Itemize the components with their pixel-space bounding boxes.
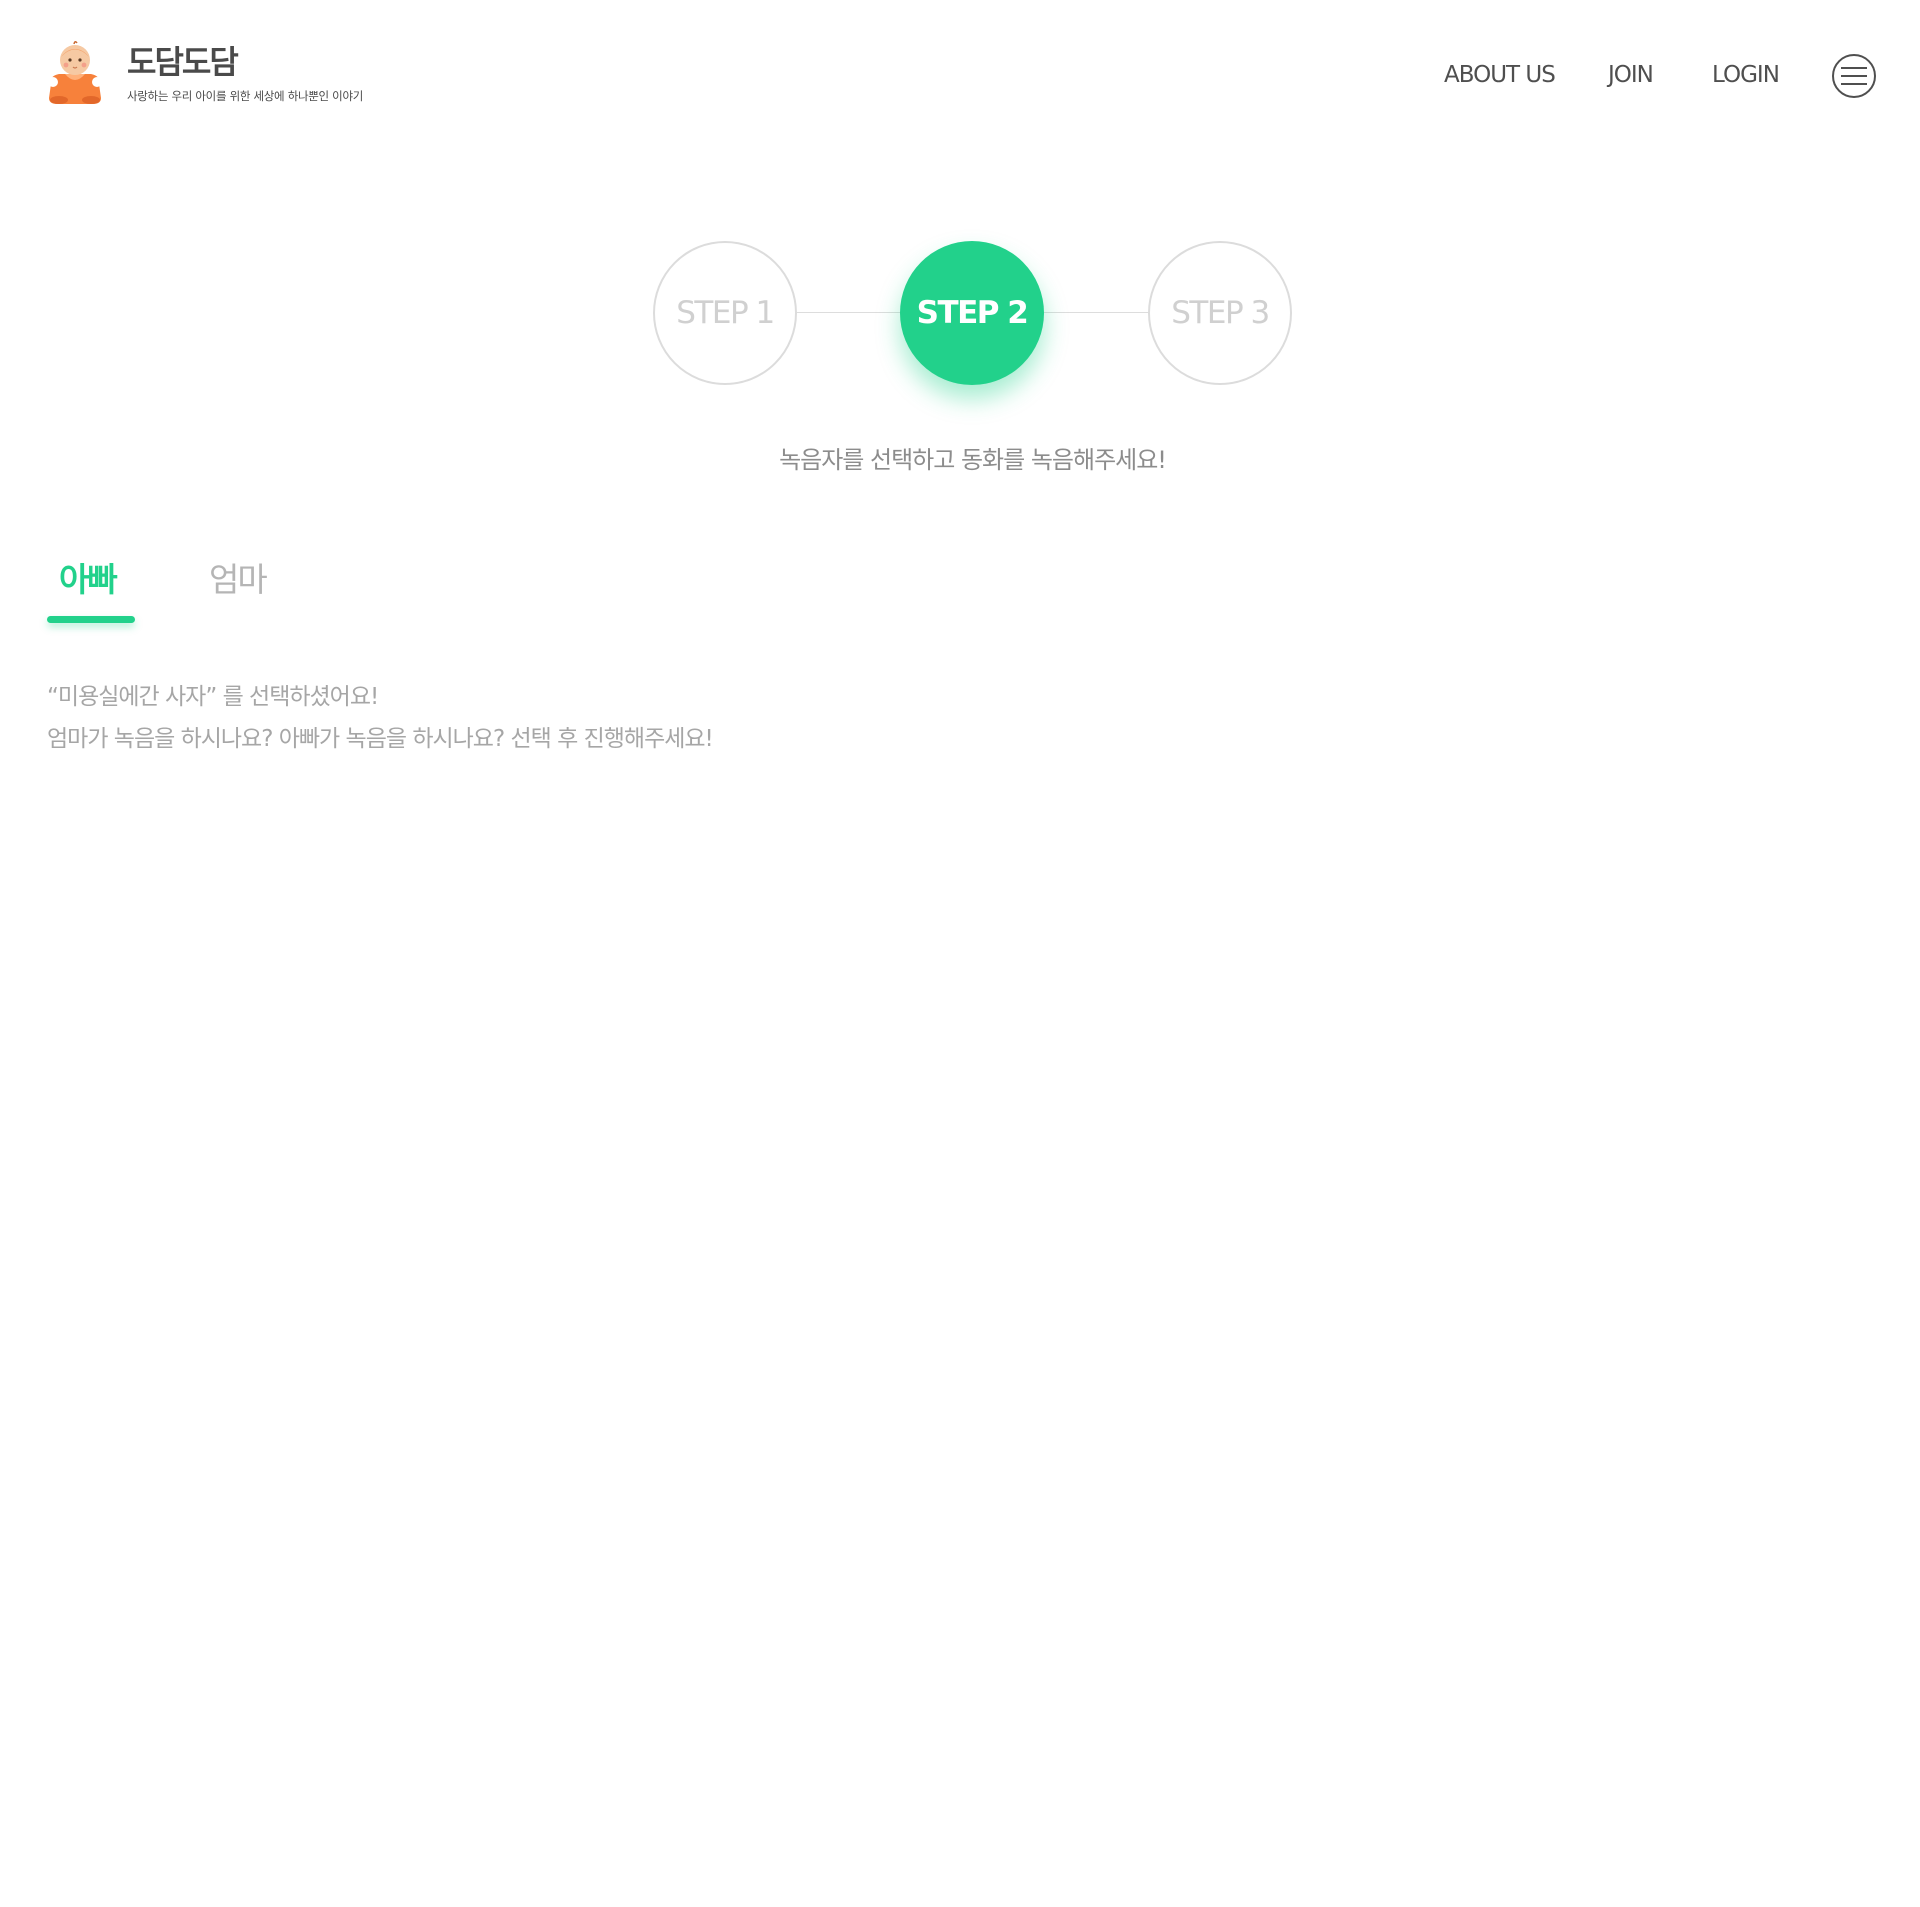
- brand-tagline: 사랑하는 우리 아이를 위한 세상에 하나뿐인 이야기: [127, 89, 364, 103]
- step-2-label: STEP 2: [916, 295, 1029, 331]
- nav-join[interactable]: JOIN: [1608, 62, 1654, 88]
- recorder-question-text: 엄마가 녹음을 하시나요? 아빠가 녹음을 하시나요? 선택 후 진행해주세요!: [47, 726, 714, 752]
- step-1: STEP 1: [653, 241, 797, 385]
- site-header: 도담도담 사랑하는 우리 아이를 위한 세상에 하나뿐인 이야기 ABOUT U…: [0, 0, 1920, 155]
- selection-description: “미용실에간 사자” 를 선택하셨어요! 엄마가 녹음을 하시나요? 아빠가 녹…: [47, 676, 714, 760]
- selected-story-text: “미용실에간 사자” 를 선택하셨어요!: [47, 684, 379, 710]
- brand-home-link[interactable]: 도담도담 사랑하는 우리 아이를 위한 세상에 하나뿐인 이야기: [45, 40, 363, 104]
- menu-button[interactable]: [1832, 54, 1876, 98]
- step-connector-1: [796, 312, 902, 313]
- nav-about-us[interactable]: ABOUT US: [1444, 62, 1556, 88]
- baby-mascot-icon: [48, 40, 102, 104]
- brand-name: 도담도담: [127, 43, 239, 81]
- brand-text: 도담도담 사랑하는 우리 아이를 위한 세상에 하나뿐인 이야기: [127, 44, 363, 103]
- nav-login[interactable]: LOGIN: [1712, 62, 1780, 88]
- step-3-label: STEP 3: [1171, 295, 1270, 331]
- step-1-label: STEP 1: [676, 295, 775, 331]
- step-instruction: 녹음자를 선택하고 동화를 녹음해주세요!: [779, 446, 1167, 474]
- active-tab-indicator: [47, 616, 135, 623]
- tab-mom[interactable]: 엄마: [209, 560, 268, 600]
- step-connector-2: [1043, 312, 1149, 313]
- hamburger-menu-icon: [1841, 67, 1867, 85]
- tab-dad[interactable]: 아빠: [59, 560, 118, 600]
- step-2: STEP 2: [900, 241, 1044, 385]
- step-3: STEP 3: [1148, 241, 1292, 385]
